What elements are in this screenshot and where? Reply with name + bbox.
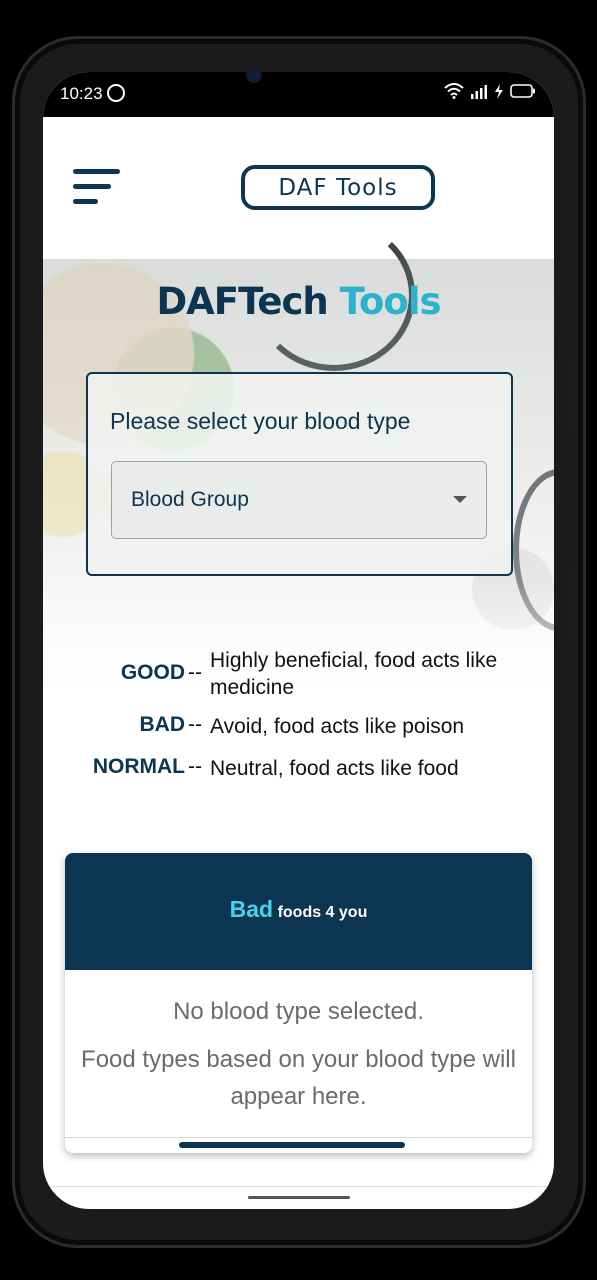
page-title: DAFTech Tools (43, 280, 554, 323)
empty-state-message: No blood type selected. (173, 998, 424, 1025)
legend-description: Neutral, food acts like food (210, 757, 459, 780)
legend-separator: -- (188, 713, 202, 736)
blood-group-dropdown[interactable]: Blood Group (111, 461, 487, 539)
blood-group-selected-value: Blood Group (131, 488, 249, 511)
dropdown-arrow-icon (453, 496, 467, 503)
card-divider (65, 1137, 532, 1138)
legend-separator: -- (188, 661, 202, 684)
menu-icon[interactable] (73, 169, 121, 207)
signal-icon (471, 84, 487, 99)
empty-state-hint: Food types based on your blood type will… (81, 1046, 516, 1110)
blood-type-prompt: Please select your blood type (110, 408, 411, 434)
volume-button (573, 356, 578, 432)
card-title-highlight: Bad (229, 896, 274, 922)
front-camera (248, 69, 260, 81)
legend-key: GOOD (120, 661, 185, 684)
page-title-part2: Tools (327, 280, 442, 323)
legend-separator: -- (188, 755, 202, 778)
blood-type-selector-card: Please select your blood type Blood Grou… (86, 372, 513, 576)
bad-foods-card-title: Bad foods 4 you (65, 896, 532, 923)
wifi-icon (444, 83, 464, 99)
bottom-divider (43, 1186, 554, 1187)
card-title-rest: foods 4 you (277, 904, 368, 921)
horizontal-scroll-indicator[interactable] (179, 1142, 405, 1148)
home-gesture-bar[interactable] (248, 1196, 350, 1199)
bad-foods-card-header: Bad foods 4 you (65, 853, 532, 970)
screen: 10:23 DAF Tools DAFTech Tools Please sel… (43, 72, 554, 1209)
status-time: 10:23 (60, 84, 103, 103)
bad-foods-card: Bad foods 4 you No blood type selected. … (65, 853, 532, 1153)
power-button (573, 564, 578, 638)
status-bar: 10:23 (43, 72, 554, 117)
page-title-part1: DAFTech (156, 280, 328, 323)
battery-icon (510, 84, 535, 98)
legend-description: Highly beneficial, food acts like medici… (210, 649, 498, 699)
legend-key: NORMAL (92, 755, 185, 778)
status-icons (444, 83, 536, 99)
sync-status-icon (107, 84, 125, 102)
legend-description: Avoid, food acts like poison (210, 715, 465, 738)
charging-icon (495, 83, 503, 99)
legend-key: BAD (139, 713, 186, 736)
app-logo: DAF Tools (241, 165, 435, 210)
